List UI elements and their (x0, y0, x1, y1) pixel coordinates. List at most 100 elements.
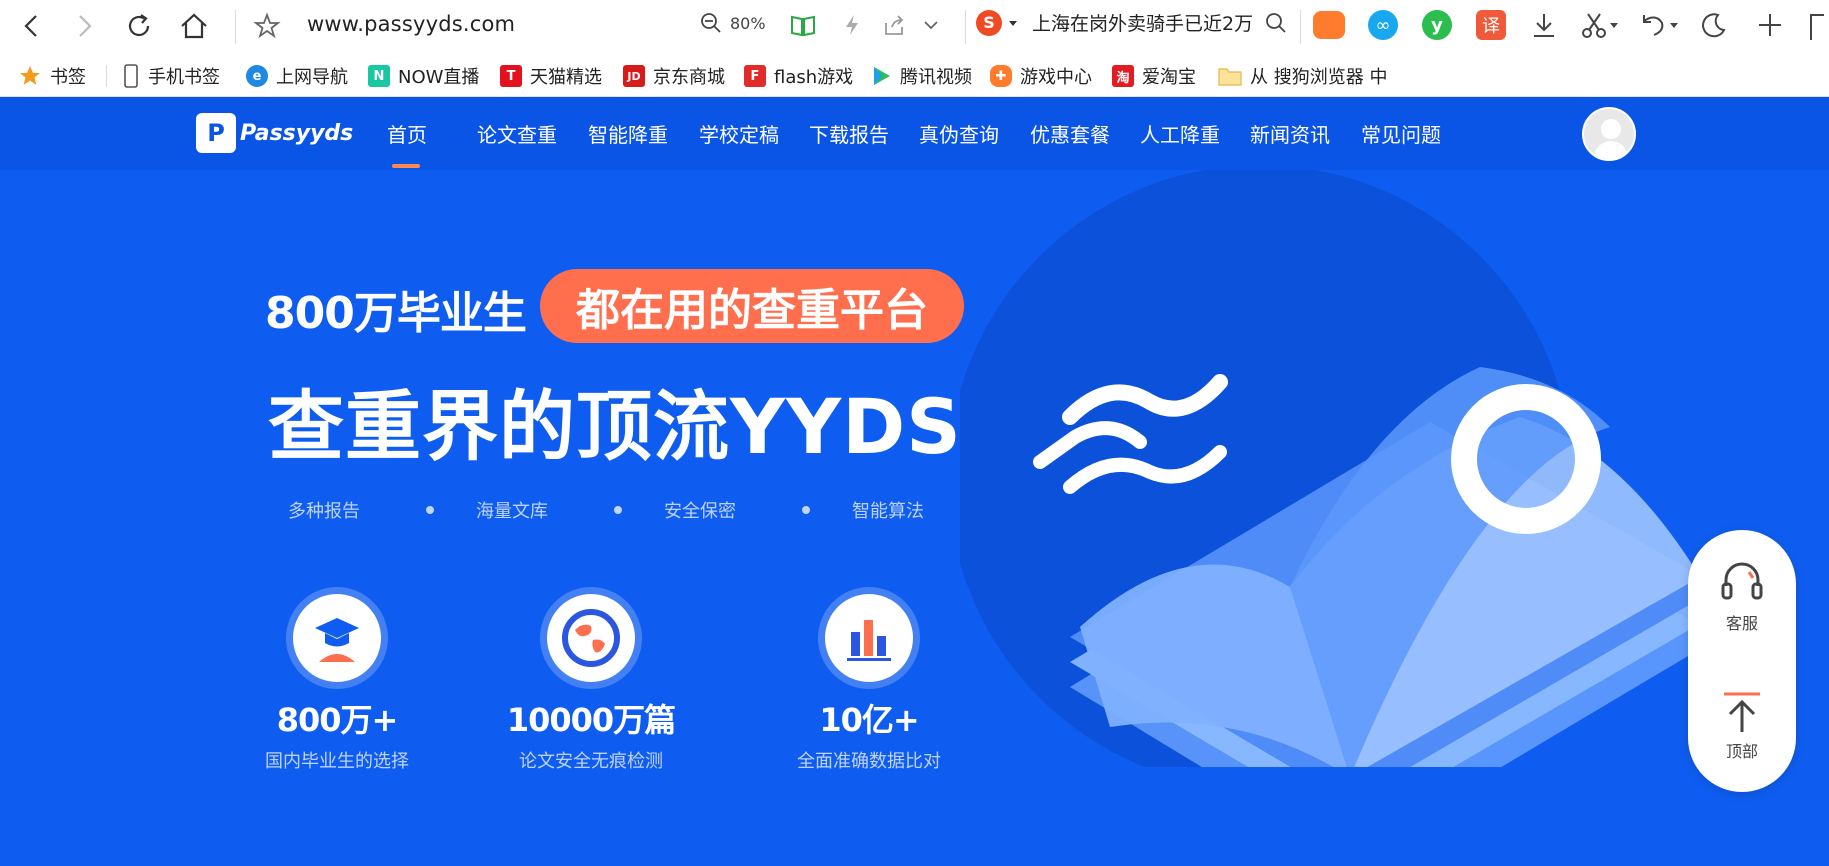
bookmark-item[interactable]: 从 搜狗浏览器 中 (1218, 63, 1387, 89)
bookmarks-bar: 书签 手机书签 e 上网导航 N NOW直播 T 天猫精选 JD 京东商城 F … (0, 53, 1829, 97)
search-text: 上海在岗外卖骑手已近2万 (1032, 13, 1254, 35)
feature-dot (426, 506, 434, 514)
hero-title: 查重界的顶流YYDS (268, 382, 962, 471)
share-icon[interactable] (882, 13, 906, 37)
stat-value: 800万+ (276, 701, 399, 739)
gamepad-icon: ✚ (990, 65, 1012, 87)
bookmark-item[interactable]: 书签 (18, 63, 86, 89)
nav-manual-rewrite[interactable]: 人工降重 (1140, 119, 1220, 148)
feature-list: 多种报告 海量文库 安全保密 智能算法 (288, 497, 952, 523)
headset-icon (1721, 562, 1763, 600)
forward-button[interactable] (70, 12, 98, 40)
bookmark-item[interactable]: ✚ 游戏中心 (990, 63, 1092, 89)
new-tab-icon[interactable] (1756, 11, 1784, 39)
download-icon[interactable] (1530, 11, 1558, 39)
overflow-edge (1810, 14, 1824, 40)
caret-down-icon (1009, 20, 1017, 26)
stat-label: 国内毕业生的选择 (265, 751, 409, 772)
home-button[interactable] (178, 10, 210, 42)
jd-icon: JD (623, 65, 645, 87)
stat-label: 论文安全无痕检测 (519, 751, 663, 772)
y-app-icon[interactable]: y (1422, 10, 1452, 40)
bookmark-separator (106, 65, 107, 87)
search-box[interactable]: S 上海在岗外卖骑手已近2万 (976, 9, 1287, 36)
feature-dot (802, 506, 810, 514)
passyyds-site: P Passyyds 首页 论文查重 智能降重 学校定稿 下载报告 真伪查询 优… (0, 97, 1829, 866)
feature-dot (614, 506, 622, 514)
ie-icon: e (246, 65, 268, 87)
stat-graduates: 800万+ 国内毕业生的选择 (227, 587, 447, 773)
main-nav: P Passyyds 首页 论文查重 智能降重 学校定稿 下载报告 真伪查询 优… (0, 97, 1829, 170)
nav-active-indicator (392, 164, 420, 168)
bookmark-item[interactable]: T 天猫精选 (500, 63, 602, 89)
nav-packages[interactable]: 优惠套餐 (1030, 119, 1110, 148)
logo-mark: P (196, 113, 236, 153)
search-icon (1266, 12, 1286, 33)
infinity-icon[interactable]: ∞ (1368, 10, 1398, 40)
sogou-icon: S (976, 9, 1002, 36)
zoom-level: 80% (730, 13, 766, 33)
reload-button[interactable] (124, 11, 154, 41)
hero-pill: 都在用的查重平台 (540, 269, 964, 343)
nav-faq[interactable]: 常见问题 (1361, 119, 1441, 148)
top-label: 顶部 (1725, 742, 1758, 761)
service-label: 客服 (1725, 614, 1758, 633)
bookmark-item[interactable]: 淘 爱淘宝 (1112, 63, 1196, 89)
translate-icon[interactable]: 译 (1476, 10, 1506, 40)
bookmark-star-icon[interactable] (253, 12, 281, 40)
graduation-cap-icon (315, 618, 359, 662)
arrow-up-icon (1724, 692, 1760, 732)
nav-home[interactable]: 首页 (387, 119, 427, 148)
reader-icon[interactable] (790, 13, 816, 37)
tmall-icon: T (500, 65, 522, 87)
nav-verify-report[interactable]: 真伪查询 (919, 119, 999, 148)
bookmark-item[interactable]: 腾讯视频 (870, 63, 972, 89)
night-mode-icon[interactable] (1700, 11, 1728, 39)
now-icon: N (368, 65, 390, 87)
flash-icon[interactable] (842, 13, 862, 37)
flash-game-icon: F (744, 65, 766, 87)
taobao-icon: 淘 (1112, 65, 1134, 87)
game-icon[interactable] (1313, 11, 1345, 39)
stat-value: 10亿+ (819, 701, 919, 739)
undo-icon[interactable] (1638, 11, 1680, 39)
stat-value: 10000万篇 (506, 701, 676, 739)
stat-data: 10亿+ 全面准确数据比对 (759, 587, 979, 773)
bookmark-item[interactable]: JD 京东商城 (623, 63, 725, 89)
bar-chart-icon (847, 620, 891, 661)
feature-item: 智能算法 (852, 501, 924, 522)
floating-side-widget: 客服 顶部 (1688, 530, 1796, 792)
nav-download-report[interactable]: 下载报告 (809, 119, 889, 148)
chevron-down-icon[interactable] (922, 16, 940, 34)
address-bar[interactable]: www.passyyds.com (307, 12, 515, 36)
hero-line1: 800万毕业生 (265, 288, 527, 339)
back-to-top-button[interactable]: 顶部 (1688, 690, 1796, 762)
back-button[interactable] (18, 12, 46, 40)
zoom-out-icon (701, 13, 721, 33)
folder-icon (1218, 68, 1242, 86)
logo-text: Passyyds (240, 120, 354, 146)
star-icon (20, 66, 40, 85)
phone-icon (124, 64, 138, 88)
stat-label: 全面准确数据比对 (797, 751, 941, 772)
bookmark-item[interactable]: e 上网导航 (246, 63, 348, 89)
feature-item: 多种报告 (288, 501, 360, 522)
nav-news[interactable]: 新闻资讯 (1250, 119, 1330, 148)
nav-plagiarism-check[interactable]: 论文查重 (477, 119, 557, 148)
globe-icon (562, 609, 620, 667)
browser-toolbar: www.passyyds.com 80% S 上海在岗外卖骑手已近2万 ∞ y … (0, 0, 1829, 53)
site-logo[interactable]: P Passyyds (196, 113, 353, 153)
avatar[interactable] (1582, 107, 1636, 161)
stat-papers: 10000万篇 论文安全无痕检测 (481, 587, 701, 773)
scissors-icon[interactable] (1580, 11, 1620, 39)
bookmark-item[interactable]: F flash游戏 (744, 63, 853, 89)
zoom-control[interactable]: 80% (700, 12, 766, 34)
nav-smart-rewrite[interactable]: 智能降重 (588, 119, 668, 148)
bookmark-item[interactable]: 手机书签 (122, 63, 220, 89)
bookmark-item[interactable]: N NOW直播 (368, 63, 479, 89)
feature-item: 海量文库 (476, 501, 548, 522)
feature-item: 安全保密 (664, 501, 736, 522)
nav-school-final[interactable]: 学校定稿 (699, 119, 779, 148)
customer-service-button[interactable]: 客服 (1688, 560, 1796, 634)
book-illustration (960, 167, 1720, 767)
